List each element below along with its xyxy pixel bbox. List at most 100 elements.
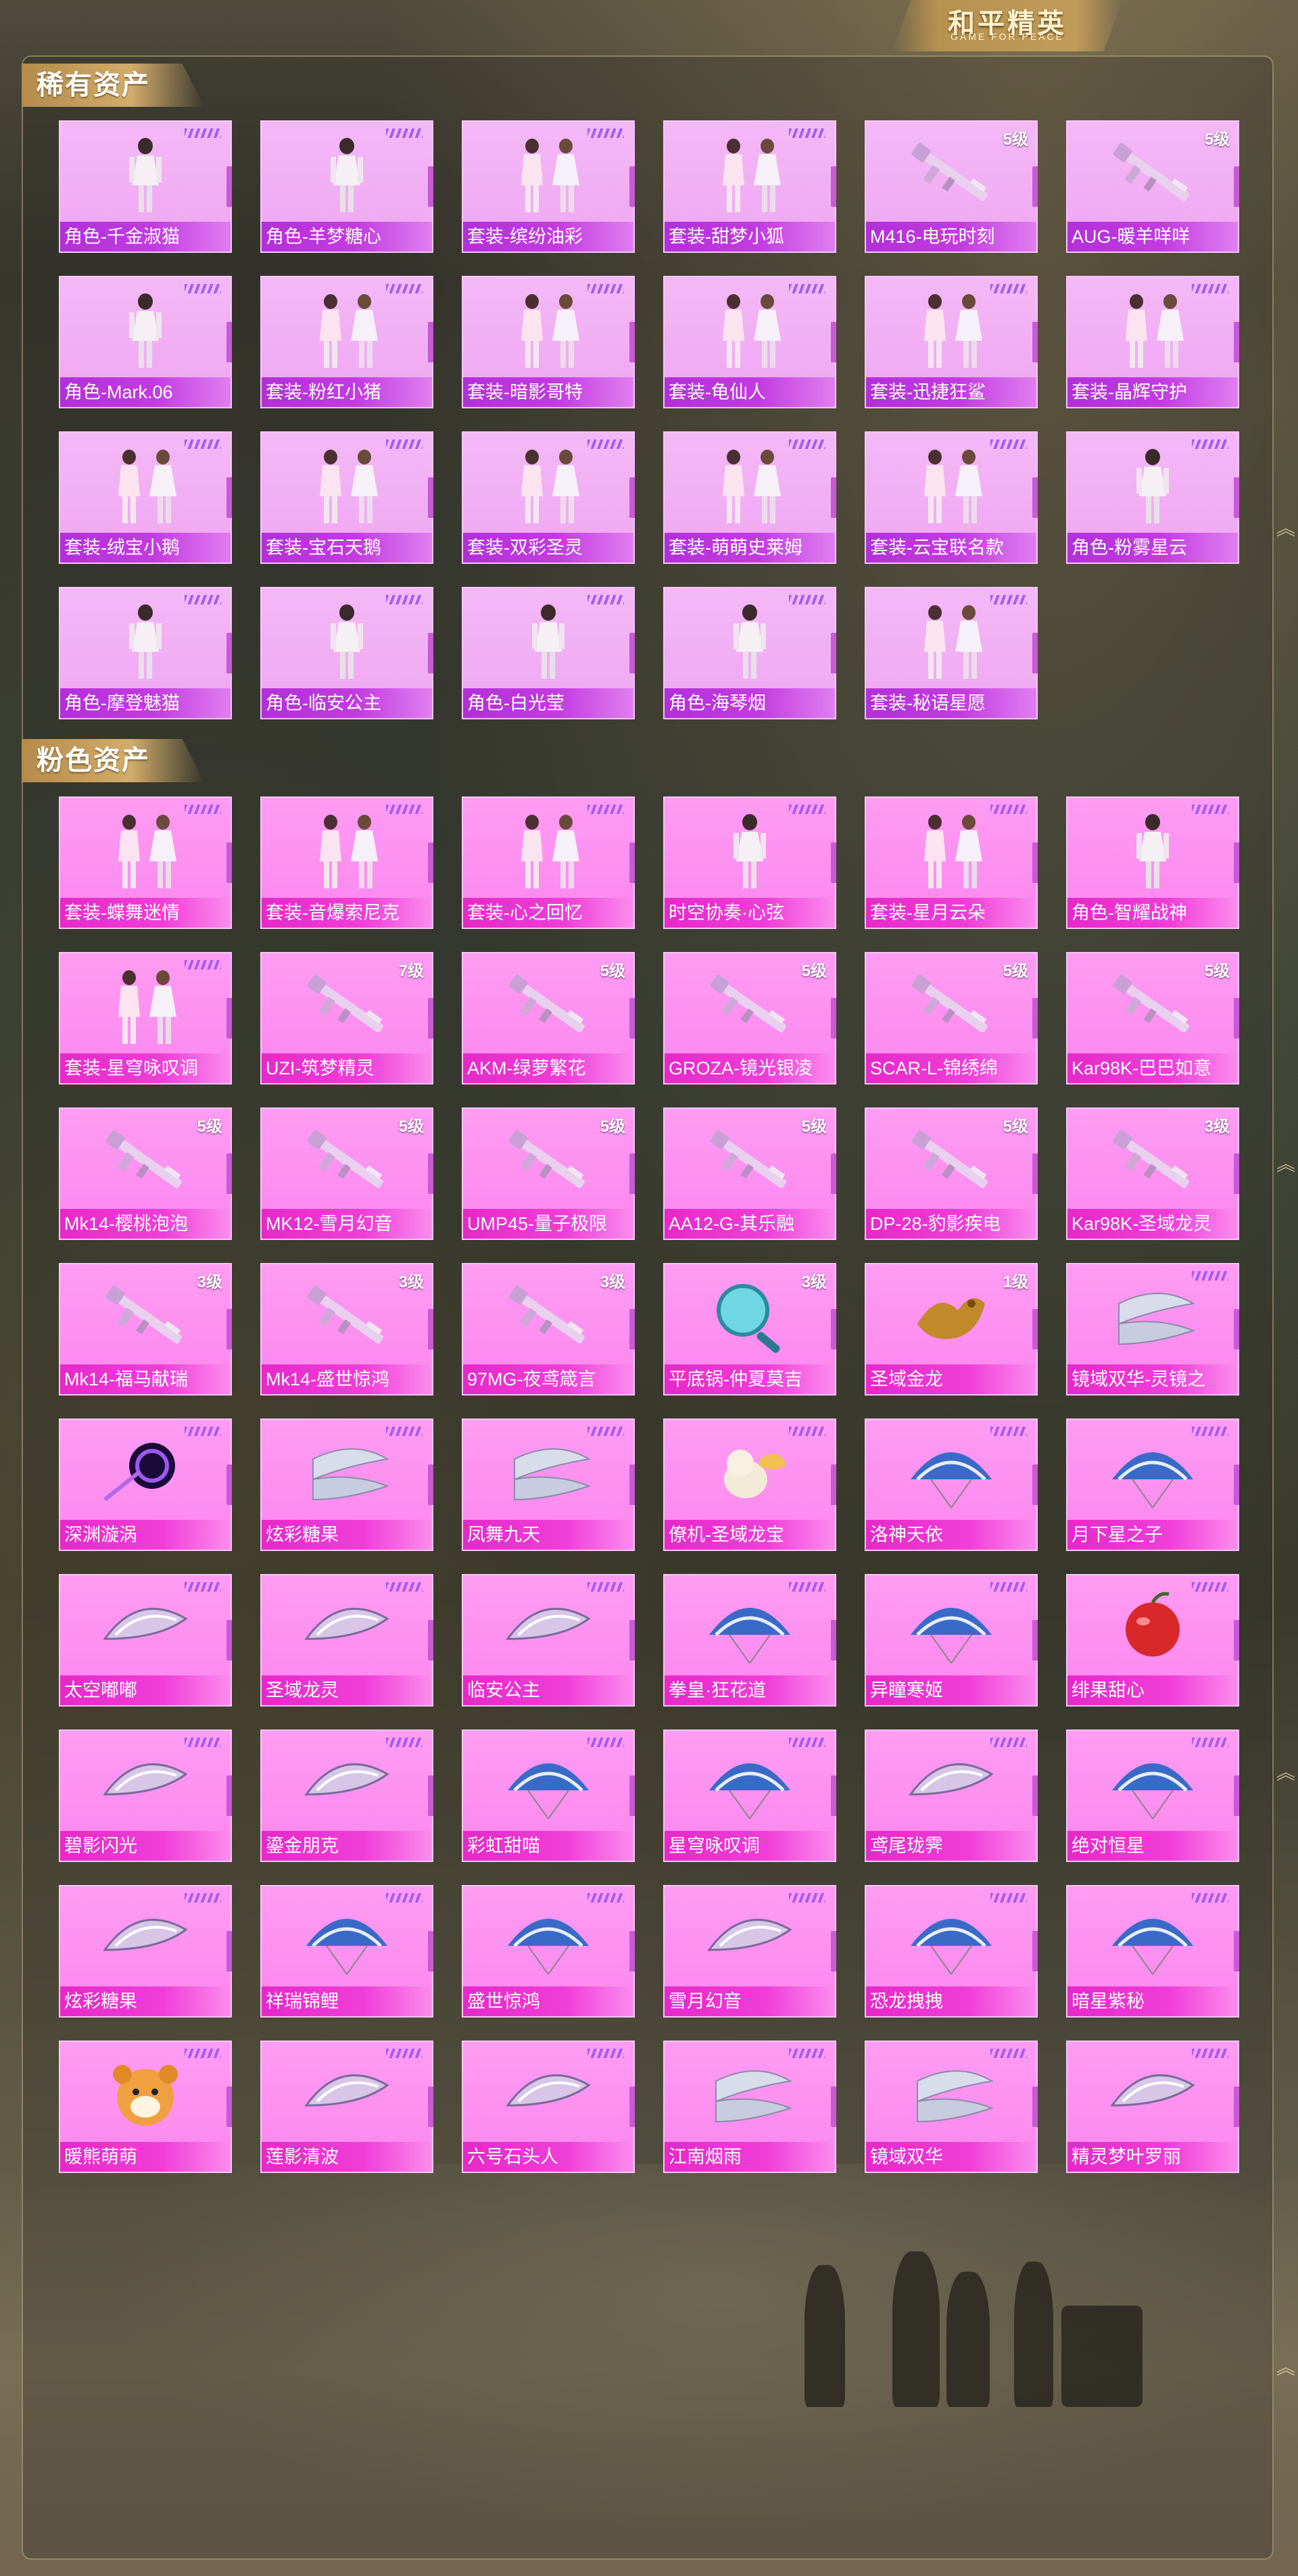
asset-card[interactable]: 5级 DP-28-豹影疾电 — [865, 1107, 1038, 1240]
asset-name: 时空协奏·心弦 — [669, 903, 784, 923]
asset-card[interactable]: 镜域双华 — [865, 2041, 1038, 2173]
asset-card[interactable]: 六号石头人 — [462, 2041, 635, 2173]
asset-name: 圣域金龙 — [870, 1369, 943, 1389]
asset-card[interactable]: 莲影清波 — [260, 2041, 433, 2173]
asset-card[interactable]: 5级 Mk14-樱桃泡泡 — [59, 1107, 232, 1240]
rarity-stripes-icon — [990, 1582, 1027, 1592]
figure-icon — [129, 604, 162, 679]
asset-card[interactable]: 鸢尾珑霁 — [865, 1730, 1038, 1862]
asset-card[interactable]: 5级 SCAR-L-锦绣绵 — [865, 952, 1038, 1084]
card-side-tab — [1032, 842, 1038, 883]
asset-card[interactable]: 角色-智耀战神 — [1066, 796, 1239, 929]
asset-card[interactable]: 精灵梦叶罗丽 — [1066, 2041, 1239, 2173]
asset-card[interactable]: 套装-星穹咏叹调 — [59, 952, 232, 1084]
asset-card[interactable]: 角色-白光莹 — [462, 587, 635, 719]
rarity-stripes-icon — [386, 1427, 423, 1436]
asset-card[interactable]: 拳皇·狂花道 — [663, 1574, 836, 1707]
asset-card[interactable]: 盛世惊鸿 — [462, 1885, 635, 2018]
asset-card[interactable]: 套装-音爆索尼克 — [260, 796, 433, 929]
asset-level-badge: 5级 — [801, 1118, 827, 1136]
asset-card[interactable]: 僚机-圣域龙宝 — [663, 1418, 836, 1551]
asset-card[interactable]: 5级 Kar98K-巴巴如意 — [1066, 952, 1239, 1084]
asset-card[interactable]: 绝对恒星 — [1066, 1730, 1239, 1862]
asset-card[interactable]: 绯果甜心 — [1066, 1574, 1239, 1707]
asset-card[interactable]: 角色-海琴烟 — [663, 587, 836, 719]
asset-card[interactable]: 时空协奏·心弦 — [663, 796, 836, 929]
asset-card[interactable]: 套装-蝶舞迷情 — [59, 796, 232, 929]
asset-card[interactable]: 圣域龙灵 — [260, 1574, 433, 1707]
asset-card[interactable]: 5级 GROZA-镜光银凌 — [663, 952, 836, 1084]
asset-card[interactable]: 角色-摩登魅猫 — [59, 587, 232, 719]
asset-card[interactable]: 7级 UZI-筑梦精灵 — [260, 952, 433, 1084]
asset-card[interactable]: 5级 UMP45-量子极限 — [462, 1107, 635, 1240]
asset-card[interactable]: 套装-迅捷狂鲨 — [865, 276, 1038, 408]
asset-card[interactable]: 鎏金朋克 — [260, 1730, 433, 1862]
asset-card[interactable]: 套装-心之回忆 — [462, 796, 635, 929]
asset-level-badge: 5级 — [1003, 962, 1028, 980]
asset-card[interactable]: 套装-双彩圣灵 — [462, 431, 635, 564]
card-side-tab — [428, 1620, 433, 1661]
wings-icon — [312, 1448, 389, 1501]
asset-card[interactable]: 套装-晶辉守护 — [1066, 276, 1239, 408]
asset-card[interactable]: 雪月幻音 — [663, 1885, 836, 2018]
asset-card[interactable]: 5级 MK12-雪月幻音 — [260, 1107, 433, 1240]
chute-icon — [911, 1608, 992, 1664]
asset-card[interactable]: 角色-临安公主 — [260, 587, 433, 719]
asset-card[interactable]: 炫彩糖果 — [59, 1885, 232, 2018]
asset-card[interactable]: 洛神天依 — [865, 1418, 1038, 1551]
asset-card[interactable]: 星穹咏叹调 — [663, 1730, 836, 1862]
asset-card[interactable]: 角色-羊梦糖心 — [260, 120, 433, 253]
asset-card[interactable]: 角色-Mark.06 — [59, 276, 232, 408]
asset-card[interactable]: 套装-云宝联名款 — [865, 431, 1038, 564]
asset-card[interactable]: 套装-粉红小猪 — [260, 276, 433, 408]
asset-card[interactable]: 3级 Mk14-盛世惊鸿 — [260, 1263, 433, 1396]
asset-card[interactable]: 套装-宝石天鹅 — [260, 431, 433, 564]
rarity-stripes-icon — [990, 1893, 1027, 1903]
asset-card[interactable]: 套装-星月云朵 — [865, 796, 1038, 929]
asset-name: Mk14-樱桃泡泡 — [64, 1214, 189, 1234]
asset-card[interactable]: 5级 M416-电玩时刻 — [865, 120, 1038, 253]
asset-card[interactable]: 暖熊萌萌 — [59, 2041, 232, 2173]
asset-card[interactable]: 恐龙拽拽 — [865, 1885, 1038, 2018]
asset-card[interactable]: 江南烟雨 — [663, 2041, 836, 2173]
asset-card[interactable]: 炫彩糖果 — [260, 1418, 433, 1551]
asset-card[interactable]: 碧影闪光 — [59, 1730, 232, 1862]
asset-card[interactable]: 3级 平底锅-仲夏莫吉 — [663, 1263, 836, 1396]
asset-card[interactable]: 太空嘟嘟 — [59, 1574, 232, 1707]
asset-card[interactable]: 套装-萌萌史莱姆 — [663, 431, 836, 564]
asset-card[interactable]: 彩虹甜喵 — [462, 1730, 635, 1862]
asset-card[interactable]: 3级 Kar98K-圣域龙灵 — [1066, 1107, 1239, 1240]
asset-card[interactable]: 套装-暗影哥特 — [462, 276, 635, 408]
asset-card[interactable]: 凤舞九天 — [462, 1418, 635, 1551]
asset-card[interactable]: 套装-龟仙人 — [663, 276, 836, 408]
asset-card[interactable]: 套装-缤纷油彩 — [462, 120, 635, 253]
asset-card[interactable]: 5级 AKM-绿萝繁花 — [462, 952, 635, 1084]
asset-card[interactable]: 套装-秘语星愿 — [865, 587, 1038, 719]
asset-card[interactable]: 套装-甜梦小狐 — [663, 120, 836, 253]
chute-icon — [911, 1452, 992, 1508]
asset-card[interactable]: 深渊漩涡 — [59, 1418, 232, 1551]
asset-card[interactable]: 祥瑞锦鲤 — [260, 1885, 433, 2018]
asset-card[interactable]: 角色-粉雾星云 — [1066, 431, 1239, 564]
asset-card[interactable]: 临安公主 — [462, 1574, 635, 1707]
gun-icon — [1113, 143, 1190, 201]
asset-card[interactable]: 角色-千金淑猫 — [59, 120, 232, 253]
asset-name: 暖熊萌萌 — [64, 2147, 137, 2167]
asset-name: 角色-智耀战神 — [1072, 903, 1187, 923]
asset-card[interactable]: 5级 AUG-暖羊咩咩 — [1066, 120, 1239, 253]
asset-name: 套装-星月云朵 — [870, 903, 986, 923]
chute-icon — [709, 1763, 790, 1819]
asset-name: 六号石头人 — [467, 2147, 558, 2167]
card-side-tab — [1234, 2086, 1239, 2127]
asset-card[interactable]: 暗星紫秘 — [1066, 1885, 1239, 2018]
asset-card[interactable]: 月下星之子 — [1066, 1418, 1239, 1551]
rarity-stripes-icon — [587, 595, 624, 604]
wings-icon — [917, 2070, 994, 2123]
asset-card[interactable]: 镜域双华-灵镜之 — [1066, 1263, 1239, 1396]
asset-card[interactable]: 异瞳寒姬 — [865, 1574, 1038, 1707]
asset-card[interactable]: 3级 Mk14-福马献瑞 — [59, 1263, 232, 1396]
asset-card[interactable]: 套装-绒宝小鹅 — [59, 431, 232, 564]
asset-card[interactable]: 3级 97MG-夜鸢箴言 — [462, 1263, 635, 1396]
asset-card[interactable]: 5级 AA12-G-其乐融 — [663, 1107, 836, 1240]
asset-card[interactable]: 1级 圣域金龙 — [865, 1263, 1038, 1396]
